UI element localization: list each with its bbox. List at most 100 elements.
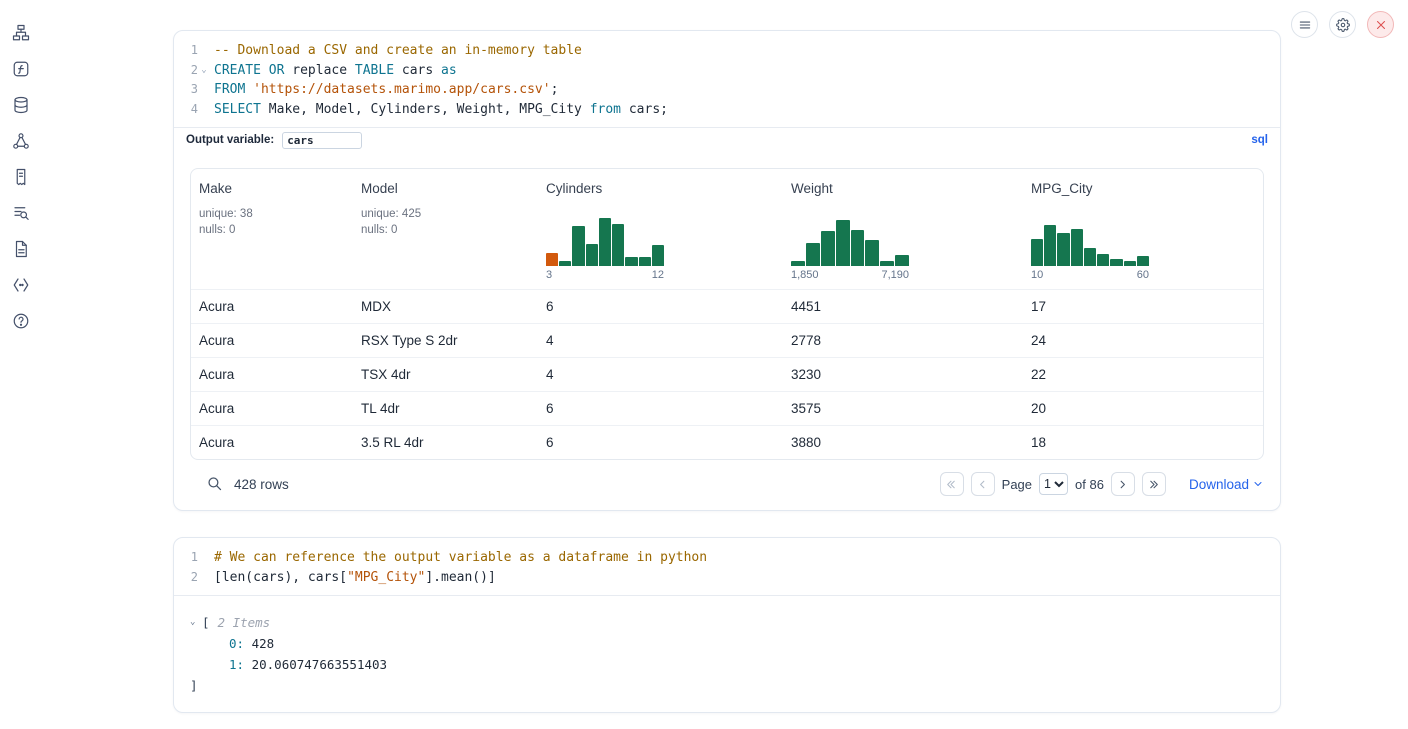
histogram-cylinders[interactable]: 312 [546, 216, 664, 281]
close-icon [1374, 18, 1388, 32]
topbar [1291, 11, 1394, 38]
shutdown-button[interactable] [1367, 11, 1394, 38]
help-icon[interactable] [12, 311, 31, 330]
table-cell: 18 [1023, 426, 1263, 459]
prev-page-button[interactable] [971, 472, 995, 496]
table-cell: 4451 [783, 290, 1023, 323]
python-code-editor[interactable]: 1# We can reference the output variable … [174, 538, 1280, 595]
table-cell: 6 [538, 392, 783, 425]
histogram-mpg_city[interactable]: 1060 [1031, 216, 1149, 281]
items-count: 2 Items [218, 612, 271, 633]
code-line: 4SELECT Make, Model, Cylinders, Weight, … [174, 100, 1280, 120]
table-row: AcuraMDX6445117 [191, 289, 1263, 323]
column-stats: unique: 425nulls: 0 [361, 206, 530, 238]
output-variable-input[interactable] [282, 132, 362, 149]
language-badge: sql [1251, 134, 1268, 146]
table-cell: 3880 [783, 426, 1023, 459]
first-page-button[interactable] [940, 472, 964, 496]
file-tree-icon[interactable] [12, 23, 31, 42]
table-cell: Acura [191, 426, 353, 459]
datasources-icon[interactable] [12, 95, 31, 114]
code-line: 2[len(cars), cars["MPG_City"].mean()] [174, 568, 1280, 588]
table-cell: Acura [191, 358, 353, 391]
table-cell: TSX 4dr [353, 358, 538, 391]
menu-button[interactable] [1291, 11, 1318, 38]
python-output: ⌄ [ 2 Items 0: 4281: 20.060747663551403 … [174, 595, 1280, 712]
sql-code-editor[interactable]: 1-- Download a CSV and create an in-memo… [174, 31, 1280, 127]
column-header-weight[interactable]: Weight1,8507,190 [783, 169, 1023, 289]
chevron-left-icon [976, 478, 989, 491]
table-cell: Acura [191, 392, 353, 425]
column-header-mpg_city[interactable]: MPG_City1060 [1023, 169, 1263, 289]
scratchpad-icon[interactable] [12, 59, 31, 78]
fold-chevron-icon[interactable]: ⌄ [198, 61, 210, 81]
column-header-cylinders[interactable]: Cylinders312 [538, 169, 783, 289]
sql-cell: 1-- Download a CSV and create an in-memo… [173, 30, 1281, 511]
data-table: Makeunique: 38nulls: 0Modelunique: 425nu… [190, 168, 1264, 460]
python-cell: 1# We can reference the output variable … [173, 537, 1281, 713]
table-cell: MDX [353, 290, 538, 323]
column-header-make[interactable]: Makeunique: 38nulls: 0 [191, 169, 353, 289]
table-header: Makeunique: 38nulls: 0Modelunique: 425nu… [191, 169, 1263, 289]
chevrons-left-icon [945, 478, 958, 491]
pagination: Page 1 of 86 Download [940, 472, 1264, 496]
table-of-contents-icon[interactable] [12, 203, 31, 222]
snippets-icon[interactable] [12, 275, 31, 294]
chevron-right-icon [1116, 478, 1129, 491]
dependency-graph-icon[interactable] [12, 131, 31, 150]
code-line: 3FROM 'https://datasets.marimo.app/cars.… [174, 80, 1280, 100]
table-cell: TL 4dr [353, 392, 538, 425]
notebook-main: 1-- Download a CSV and create an in-memo… [173, 30, 1281, 713]
search-icon[interactable] [206, 475, 224, 493]
table-cell: Acura [191, 324, 353, 357]
page-total-label: of 86 [1075, 477, 1104, 492]
output-variable-bar: Output variable: sql [174, 127, 1280, 152]
table-cell: 3.5 RL 4dr [353, 426, 538, 459]
table-cell: Acura [191, 290, 353, 323]
table-footer: 428 rows Page 1 of 86 Download [190, 468, 1264, 510]
table-cell: 17 [1023, 290, 1263, 323]
code-line: 2⌄CREATE OR replace TABLE cars as [174, 61, 1280, 81]
histogram-weight[interactable]: 1,8507,190 [791, 216, 909, 281]
table-cell: 3575 [783, 392, 1023, 425]
table-cell: 24 [1023, 324, 1263, 357]
table-cell: 4 [538, 358, 783, 391]
sidebar [11, 23, 31, 330]
table-cell: 22 [1023, 358, 1263, 391]
next-page-button[interactable] [1111, 472, 1135, 496]
download-button[interactable]: Download [1189, 477, 1264, 492]
page-label: Page [1002, 477, 1032, 492]
code-line: 1-- Download a CSV and create an in-memo… [174, 41, 1280, 61]
download-label: Download [1189, 477, 1249, 492]
table-cell: RSX Type S 2dr [353, 324, 538, 357]
table-cell: 6 [538, 426, 783, 459]
output-tree-entry: 0: 428 [229, 633, 1264, 654]
table-cell: 6 [538, 290, 783, 323]
collapse-chevron-icon[interactable]: ⌄ [190, 612, 202, 633]
output-variable-label: Output variable: [186, 134, 274, 146]
gear-icon [1336, 18, 1350, 32]
chevron-down-icon [1252, 478, 1264, 490]
table-cell: 4 [538, 324, 783, 357]
chevrons-right-icon [1147, 478, 1160, 491]
row-count: 428 rows [234, 477, 289, 492]
table-cell: 20 [1023, 392, 1263, 425]
open-bracket: [ [202, 612, 210, 633]
output-tree-entries: 0: 4281: 20.060747663551403 [190, 633, 1264, 675]
documentation-icon[interactable] [12, 239, 31, 258]
table-row: AcuraTL 4dr6357520 [191, 391, 1263, 425]
last-page-button[interactable] [1142, 472, 1166, 496]
output-tree-entry: 1: 20.060747663551403 [229, 654, 1264, 675]
logs-icon[interactable] [12, 167, 31, 186]
output-tree-root: ⌄ [ 2 Items [190, 612, 1264, 633]
table-body: AcuraMDX6445117AcuraRSX Type S 2dr427782… [191, 289, 1263, 459]
table-row: Acura3.5 RL 4dr6388018 [191, 425, 1263, 459]
page-select[interactable]: 1 [1039, 473, 1068, 495]
column-header-model[interactable]: Modelunique: 425nulls: 0 [353, 169, 538, 289]
table-row: AcuraRSX Type S 2dr4277824 [191, 323, 1263, 357]
code-line: 1# We can reference the output variable … [174, 548, 1280, 568]
settings-button[interactable] [1329, 11, 1356, 38]
hamburger-icon [1298, 18, 1312, 32]
close-bracket: ] [190, 675, 1264, 696]
table-row: AcuraTSX 4dr4323022 [191, 357, 1263, 391]
